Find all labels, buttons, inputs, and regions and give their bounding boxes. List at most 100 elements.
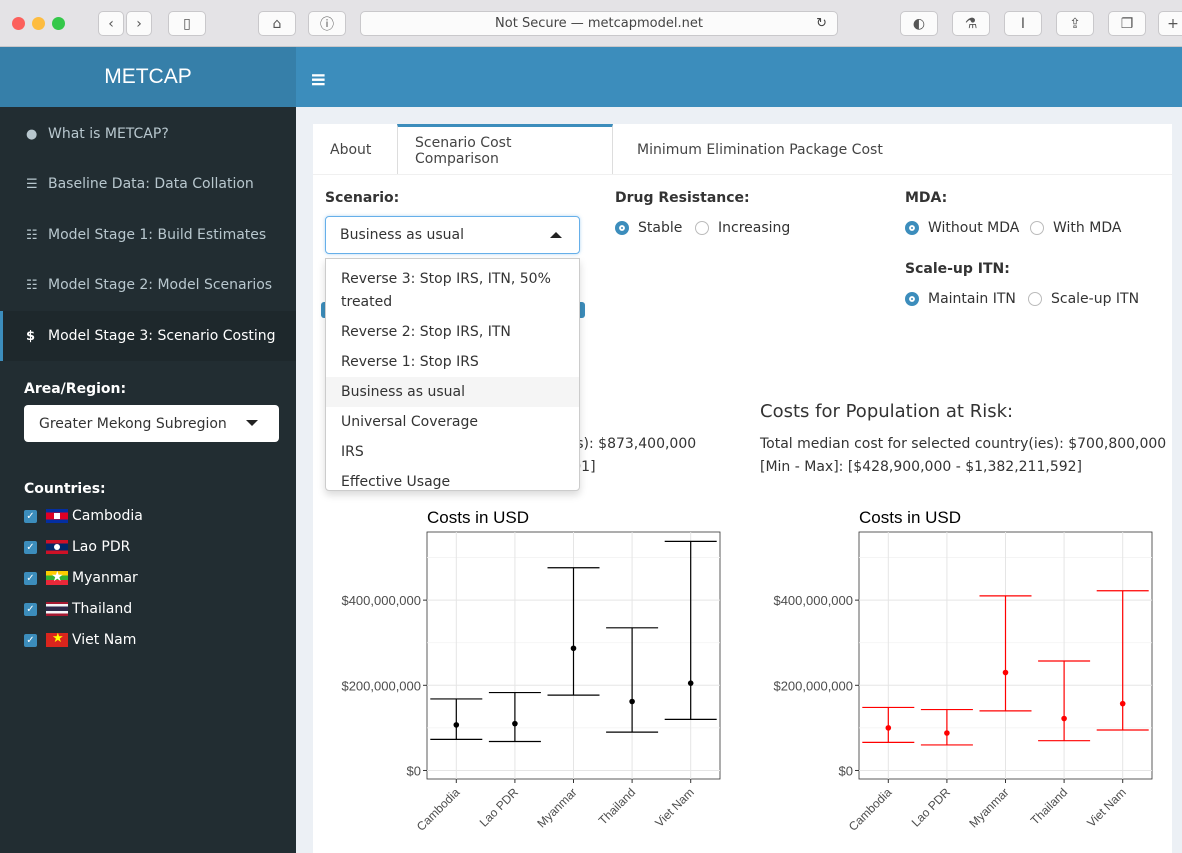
chart-title: Costs in USD [427, 508, 529, 527]
radio-scale-up-itn[interactable]: Scale-up ITN [1028, 291, 1139, 307]
median-point [1119, 700, 1126, 707]
radio-increasing[interactable]: Increasing [695, 220, 790, 236]
toggle-button[interactable]: ◐ [900, 11, 938, 36]
reader-button[interactable]: I [1004, 11, 1042, 36]
y-tick-label: $200,000,000 [773, 678, 853, 693]
chart-title: Costs in USD [859, 508, 961, 527]
back-button[interactable]: ‹ [98, 11, 124, 36]
radio-with-mda[interactable]: With MDA [1030, 220, 1121, 236]
radio-maintain-itn[interactable]: Maintain ITN [905, 291, 1016, 307]
scenario-option-universal-coverage[interactable]: Universal Coverage [326, 412, 579, 432]
laos-flag-icon [46, 540, 68, 554]
plus-icon: + [1167, 15, 1179, 32]
caret-up-icon [550, 232, 562, 238]
sidebar-item-baseline-data[interactable]: ☰ Baseline Data: Data Collation [0, 159, 296, 209]
sliders-icon: ☷ [26, 277, 38, 293]
scenario-label: Scenario: [325, 190, 400, 206]
cambodia-flag-icon [46, 509, 68, 523]
radio-label: With MDA [1053, 220, 1122, 236]
country-label: Cambodia [72, 508, 143, 524]
radio-unselected-icon[interactable] [1028, 292, 1042, 306]
scenario-select[interactable]: Business as usual [325, 216, 580, 254]
sidebar-item-label: Model Stage 2: Model Scenarios [48, 277, 273, 293]
cost-chart-right: Costs in USD $0 $200,000,000 $400,000,000 Ca… [773, 508, 1153, 834]
radio-label: Stable [638, 220, 683, 236]
country-checkbox-viet-nam[interactable]: ✓ ★ Viet Nam [24, 629, 136, 651]
country-checkbox-thailand[interactable]: ✓ Thailand [24, 598, 132, 620]
scenario-option-effective-usage[interactable]: Effective Usage [326, 472, 579, 490]
hamburger-icon[interactable]: ≡ [310, 67, 327, 91]
tabs-button[interactable]: ❐ [1108, 11, 1146, 36]
share-button[interactable]: ⇪ [1056, 11, 1094, 36]
x-tick-label: Lao PDR [477, 785, 522, 830]
checkbox-checked-icon[interactable]: ✓ [24, 571, 37, 585]
info-button[interactable]: ⓘ [308, 11, 346, 36]
radio-selected-icon[interactable] [905, 221, 919, 235]
home-icon: ⌂ [272, 15, 282, 32]
radio-selected-icon[interactable] [615, 221, 629, 235]
country-label: Thailand [72, 601, 133, 617]
sidebar-item-stage-3[interactable]: $ Model Stage 3: Scenario Costing [0, 311, 296, 361]
myanmar-flag-icon: ★ [46, 571, 68, 585]
thailand-flag-icon [46, 602, 68, 616]
median-point [687, 680, 694, 686]
radio-label: Without MDA [928, 220, 1020, 236]
radio-without-mda[interactable]: Without MDA [905, 220, 1019, 236]
tab-scenario-cost-comparison[interactable]: Scenario Cost Comparison [397, 124, 613, 175]
scenario-value: Business as usual [340, 227, 465, 243]
scenario-option-reverse-3-cont[interactable]: treated [326, 292, 579, 312]
close-window-button[interactable] [12, 17, 25, 30]
countries-label: Countries: [24, 481, 106, 497]
sidebar-item-label: Model Stage 3: Scenario Costing [48, 328, 276, 344]
x-tick-label: Thailand [1028, 785, 1070, 827]
x-tick-label: Viet Nam [1084, 785, 1129, 830]
sidebar-item-stage-1[interactable]: ☷ Model Stage 1: Build Estimates [0, 210, 296, 260]
scenario-option-reverse-1[interactable]: Reverse 1: Stop IRS [326, 352, 579, 372]
url-text: Not Secure — metcapmodel.net [495, 16, 703, 31]
checkbox-checked-icon[interactable]: ✓ [24, 540, 37, 554]
radio-unselected-icon[interactable] [1030, 221, 1044, 235]
area-region-select[interactable]: Greater Mekong Subregion [24, 405, 279, 442]
reload-icon[interactable]: ↻ [816, 16, 827, 31]
tab-divider [313, 174, 1172, 175]
country-checkbox-myanmar[interactable]: ✓ ★ Myanmar [24, 567, 138, 589]
address-bar[interactable]: Not Secure — metcapmodel.net ↻ [360, 11, 838, 36]
area-region-label: Area/Region: [24, 381, 127, 397]
tab-about[interactable]: About [313, 124, 388, 175]
y-tick-label: $400,000,000 [773, 593, 853, 608]
radio-unselected-icon[interactable] [695, 221, 709, 235]
scenario-option-business-as-usual[interactable]: Business as usual [326, 377, 579, 407]
median-point [629, 698, 635, 705]
home-button[interactable]: ⌂ [258, 11, 296, 36]
new-tab-button[interactable]: + [1158, 11, 1182, 36]
app-brand[interactable]: METCAP [0, 47, 296, 107]
sidebar-item-what-is-metcap[interactable]: ● What is METCAP? [0, 109, 296, 159]
sidebar-item-stage-2[interactable]: ☷ Model Stage 2: Model Scenarios [0, 260, 296, 310]
country-label: Lao PDR [72, 539, 131, 555]
checkbox-checked-icon[interactable]: ✓ [24, 602, 37, 616]
sidebar-toggle-button[interactable]: ▯ [168, 11, 206, 36]
scenario-option-irs[interactable]: IRS [326, 442, 579, 462]
radio-selected-icon[interactable] [905, 292, 919, 306]
sidebar-item-label: Baseline Data: Data Collation [48, 176, 254, 192]
x-tick-label: Viet Nam [652, 785, 697, 830]
forward-button[interactable]: › [126, 11, 152, 36]
scenario-option-reverse-2[interactable]: Reverse 2: Stop IRS, ITN [326, 322, 579, 342]
country-checkbox-cambodia[interactable]: ✓ Cambodia [24, 505, 143, 527]
radio-label: Maintain ITN [928, 291, 1016, 307]
sidebar-item-label: Model Stage 1: Build Estimates [48, 227, 267, 243]
minimize-window-button[interactable] [32, 17, 45, 30]
checkbox-checked-icon[interactable]: ✓ [24, 633, 37, 647]
country-checkbox-lao-pdr[interactable]: ✓ Lao PDR [24, 536, 130, 558]
top-navbar: ≡ [296, 47, 1182, 107]
radio-stable[interactable]: Stable [615, 220, 682, 236]
tab-minimum-elimination-package-cost[interactable]: Minimum Elimination Package Cost [620, 124, 900, 175]
toggle-icon: ◐ [912, 15, 926, 32]
scenario-option-reverse-3[interactable]: Reverse 3: Stop IRS, ITN, 50% [326, 269, 579, 289]
median-point [1002, 669, 1009, 676]
checkbox-checked-icon[interactable]: ✓ [24, 509, 37, 523]
median-point [885, 725, 892, 731]
maximize-window-button[interactable] [52, 17, 65, 30]
lab-button[interactable]: ⚗ [952, 11, 990, 36]
median-point [512, 720, 518, 727]
